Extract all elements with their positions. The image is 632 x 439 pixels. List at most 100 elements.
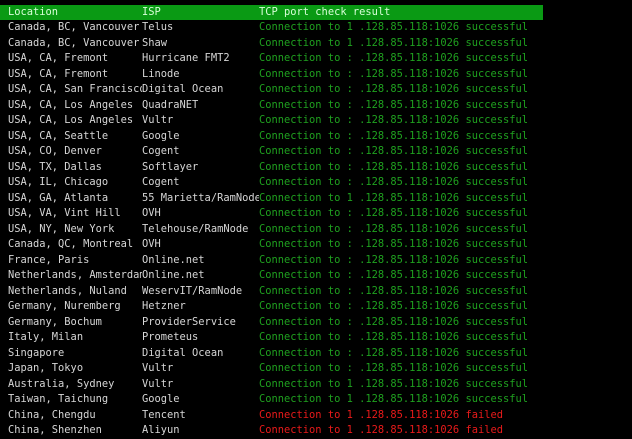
result-successful: Connection to : .128.85.118:1026 success…	[259, 362, 528, 374]
row-location: Australia, Sydney	[8, 377, 115, 390]
result-failed: Connection to 1 .128.85.118:1026 failed	[259, 424, 503, 436]
row-location: Taiwan, Taichung	[8, 393, 109, 405]
row-location: Germany, Bochum	[8, 315, 102, 328]
header-isp: ISP	[142, 6, 161, 18]
row-location: Canada, BC, Vancouver	[8, 21, 140, 33]
row-location: USA, CA, Fremont	[8, 67, 109, 80]
table-row: Canada, QC, Montreal OVH Connection to : .…	[0, 237, 632, 253]
row-location: USA, GA, Atlanta	[8, 191, 109, 204]
table-row: USA, IL, Chicago Cogent Connection to : .1…	[0, 175, 632, 191]
result-successful: Connection to : .128.85.118:1026 success…	[259, 238, 528, 250]
row-location: Netherlands, Amsterdam	[8, 269, 142, 281]
row-isp: Online.net	[142, 253, 205, 266]
row-location: USA, NY, New York	[8, 222, 115, 235]
result-rows: Canada, BC, Vancouver Telus Connection to …	[0, 20, 632, 439]
result-successful: Connection to : .128.85.118:1026 success…	[259, 331, 528, 343]
result-successful: Connection to : .128.85.118:1026 success…	[259, 114, 528, 126]
row-isp: QuadraNET	[142, 98, 199, 111]
result-successful: Connection to : .128.85.118:1026 success…	[259, 67, 528, 80]
result-failed: Connection to 1 .128.85.118:1026 failed	[259, 408, 503, 421]
row-isp: Hurricane FMT2	[142, 52, 230, 64]
table-row: China, Shenzhen Aliyun Connection to 1 .12…	[0, 423, 632, 439]
row-location: Germany, Nuremberg	[8, 300, 121, 312]
table-row: USA, CA, San Francisco Digital Ocean Conne…	[0, 82, 632, 98]
result-successful: Connection to : .128.85.118:1026 success…	[259, 222, 528, 235]
row-isp: Digital Ocean	[142, 346, 224, 359]
result-successful: Connection to : .128.85.118:1026 success…	[259, 315, 528, 328]
result-successful: Connection to : .128.85.118:1026 success…	[259, 300, 528, 312]
row-location: USA, VA, Vint Hill	[8, 207, 121, 219]
result-successful: Connection to : .128.85.118:1026 success…	[259, 253, 528, 266]
table-row: France, Paris Online.net Connection to : .…	[0, 253, 632, 269]
row-isp: Shaw	[142, 36, 168, 49]
row-isp: Aliyun	[142, 424, 180, 436]
table-row: USA, CA, Los Angeles Vultr Connection to :…	[0, 113, 632, 129]
row-location: China, Chengdu	[8, 408, 96, 421]
result-successful: Connection to : .128.85.118:1026 success…	[259, 284, 528, 297]
row-isp: Prometeus	[142, 331, 199, 343]
row-location: USA, TX, Dallas	[8, 160, 102, 173]
table-row: USA, GA, Atlanta 55 Marietta/RamNode Conne…	[0, 191, 632, 207]
result-successful: Connection to : .128.85.118:1026 success…	[259, 83, 528, 95]
result-successful: Connection to 1 .128.85.118:1026 success…	[259, 191, 528, 204]
row-isp: Online.net	[142, 269, 205, 281]
row-isp: Telehouse/RamNode	[142, 222, 249, 235]
table-row: USA, CO, Denver Cogent Connection to : .12…	[0, 144, 632, 160]
row-isp: Cogent	[142, 145, 180, 157]
row-isp: Cogent	[142, 176, 180, 188]
row-location: USA, CA, Fremont	[8, 52, 109, 64]
row-isp: Hetzner	[142, 300, 186, 312]
table-row: USA, TX, Dallas Softlayer Connection to : …	[0, 160, 632, 176]
row-location: USA, CO, Denver	[8, 145, 102, 157]
row-location: USA, CA, San Francisco	[8, 83, 142, 95]
table-row: Australia, Sydney Vultr Connection to 1 .1…	[0, 377, 632, 393]
table-row: China, Chengdu Tencent Connection to 1 .12…	[0, 408, 632, 424]
row-isp: Digital Ocean	[142, 83, 224, 95]
result-successful: Connection to : .128.85.118:1026 success…	[259, 160, 528, 173]
row-isp: ProviderService	[142, 315, 236, 328]
result-successful: Connection to : .128.85.118:1026 success…	[259, 269, 528, 281]
row-isp: Telus	[142, 21, 174, 33]
table-row: Taiwan, Taichung Google Connection to 1 .1…	[0, 392, 632, 408]
table-row: Italy, Milan Prometeus Connection to : .12…	[0, 330, 632, 346]
row-isp: 55 Marietta/RamNode	[142, 191, 259, 204]
row-isp: Google	[142, 393, 180, 405]
row-isp: WeservIT/RamNode	[142, 284, 243, 297]
row-location: China, Shenzhen	[8, 424, 102, 436]
table-row: Germany, Bochum ProviderService Connection…	[0, 315, 632, 331]
header-location: Location	[8, 6, 59, 18]
terminal-output: Location ISP TCP port check result Canad…	[0, 5, 632, 439]
result-successful: Connection to 1 .128.85.118:1026 success…	[259, 36, 528, 49]
row-isp: Linode	[142, 67, 180, 80]
result-successful: Connection to : .128.85.118:1026 success…	[259, 52, 528, 64]
row-location: Canada, BC, Vancouver	[8, 36, 140, 49]
result-successful: Connection to : .128.85.118:1026 success…	[259, 176, 528, 188]
row-isp: OVH	[142, 238, 161, 250]
row-location: USA, IL, Chicago	[8, 176, 109, 188]
table-row: USA, CA, Los Angeles QuadraNET Connection …	[0, 98, 632, 114]
row-location: USA, CA, Los Angeles	[8, 114, 134, 126]
table-row: Netherlands, Amsterdam Online.net Connecti…	[0, 268, 632, 284]
result-successful: Connection to 1 .128.85.118:1026 success…	[259, 21, 528, 33]
result-successful: Connection to 1 .128.85.118:1026 success…	[259, 393, 528, 405]
table-row: USA, CA, Seattle Google Connection to : .1…	[0, 129, 632, 145]
result-successful: Connection to 1 .128.85.118:1026 success…	[259, 377, 528, 390]
row-isp: Vultr	[142, 377, 174, 390]
result-successful: Connection to : .128.85.118:1026 success…	[259, 207, 528, 219]
table-row: USA, CA, Fremont Linode Connection to : .1…	[0, 67, 632, 83]
header-result: TCP port check result	[259, 6, 391, 18]
row-isp: Vultr	[142, 362, 174, 374]
table-header: Location ISP TCP port check result	[0, 5, 543, 20]
row-location: Japan, Tokyo	[8, 362, 84, 374]
table-row: Canada, BC, Vancouver Telus Connection to …	[0, 20, 632, 36]
table-row: Canada, BC, Vancouver Shaw Connection to 1…	[0, 36, 632, 52]
row-isp: Google	[142, 129, 180, 142]
row-location: Italy, Milan	[8, 331, 84, 343]
row-isp: Vultr	[142, 114, 174, 126]
result-successful: Connection to : .128.85.118:1026 success…	[259, 346, 528, 359]
table-row: Netherlands, Nuland WeservIT/RamNode Conne…	[0, 284, 632, 300]
table-row: Japan, Tokyo Vultr Connection to : .128.85…	[0, 361, 632, 377]
table-row: USA, NY, New York Telehouse/RamNode Connec…	[0, 222, 632, 238]
row-isp: Softlayer	[142, 160, 199, 173]
row-location: Canada, QC, Montreal	[8, 238, 134, 250]
